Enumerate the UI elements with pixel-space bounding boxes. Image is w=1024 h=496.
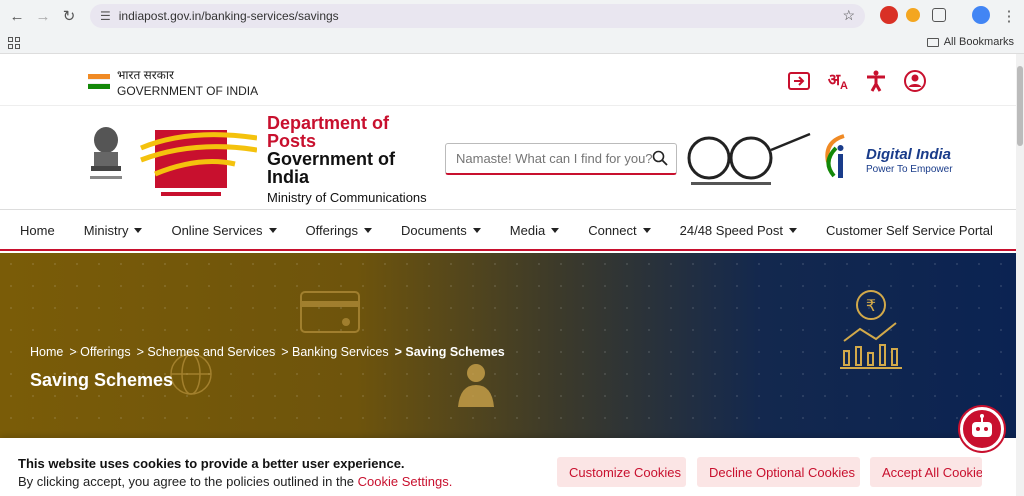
url-text: indiapost.gov.in/banking-services/saving… [118,9,339,23]
menu-item-documents[interactable]: Documents [401,223,481,238]
menu-item-label: Documents [401,222,467,238]
accessibility-icon[interactable] [866,70,886,97]
all-bookmarks-button[interactable]: All Bookmarks [926,36,1014,48]
rupee-growth-icon: ₹ [840,290,902,369]
dept-line2: Posts [267,131,317,151]
breadcrumb-current: > Saving Schemes [394,345,505,359]
menu-item-online-services[interactable]: Online Services [171,222,277,238]
menu-item-label: Customer Self Service Portal [825,222,993,238]
extensions-puzzle-icon[interactable] [932,8,946,22]
menu-item-home[interactable]: Home [20,223,55,238]
cookie-settings-link[interactable]: Cookie Settings. [358,474,453,489]
caret-down-icon [134,227,143,233]
search-icon[interactable] [652,150,668,166]
menu-item-label: Connect [588,222,637,238]
hero-banner: ₹ Home > Offerings > Schemes and Service… [0,253,1016,438]
gov-english-label: GOVERNMENT OF INDIA [117,84,259,98]
page-title: Saving Schemes [30,370,174,390]
caret-down-icon [364,227,373,233]
browser-toolbar: ← → ↻ ☰ indiapost.gov.in/banking-service… [0,0,1024,32]
menu-item-ministry[interactable]: Ministry [84,223,143,238]
national-emblem-icon [90,127,122,179]
gov-hindi-label: भारत सरकार [117,68,174,82]
menu-kebab-icon[interactable]: ⋮ [996,3,1022,29]
cookie-body: By clicking accept, you agree to the pol… [18,474,355,489]
breadcrumb-offerings[interactable]: > Offerings [69,345,130,359]
main-menu: Home Ministry Online Services Offerings Docu… [0,211,1016,251]
site-search [445,143,677,175]
breadcrumb: Home > Offerings > Schemes and Services … [30,345,505,359]
decline-cookies-button[interactable]: Decline Optional Cookies [697,457,860,487]
menu-item-24-48-speed-post[interactable]: 24/48 Speed Post [680,223,797,238]
menu-item-label: Media [509,222,546,238]
site-info-icon[interactable]: ☰ [100,9,111,23]
bookmark-star-icon[interactable]: ☆ [842,7,855,24]
menu-item-customer-self-service-portal[interactable]: Customer Self Service Portal [826,223,993,238]
user-account-icon[interactable] [904,70,926,97]
forward-icon[interactable]: → [30,3,56,29]
digital-india-title: Digital India [866,146,952,163]
search-input[interactable] [456,145,652,172]
department-title: Department of Posts Government of India … [267,114,437,205]
card-icon [300,291,360,333]
cookie-heading: This website uses cookies to provide a b… [18,456,405,471]
breadcrumb-schemes[interactable]: > Schemes and Services [137,345,276,359]
gov-strip: भारत सरकार GOVERNMENT OF INDIA अA [0,54,1016,106]
skip-to-content-icon[interactable] [787,72,810,95]
cookie-text: By clicking accept, you agree to the pol… [18,474,452,489]
customize-cookies-button[interactable]: Customize Cookies [557,457,686,487]
language-icon[interactable]: अA [828,70,848,97]
caret-down-icon [551,227,560,233]
caret-down-icon [472,227,481,233]
caret-down-icon [268,227,277,233]
breadcrumb-home[interactable]: Home [30,345,63,359]
menu-item-label: Online Services [171,222,263,238]
gov-line1: Government of [267,149,396,169]
menu-item-label: Home [20,222,55,238]
menu-item-label: Offerings [305,222,359,238]
caret-down-icon [642,227,651,233]
chatbot-button[interactable] [960,407,1004,451]
gov-line2: India [267,167,310,187]
accept-cookies-button[interactable]: Accept All Cookies [870,457,982,487]
menu-item-label: Ministry [83,222,129,238]
menu-item-connect[interactable]: Connect [588,222,651,238]
caret-down-icon [788,227,797,233]
profile-avatar[interactable] [972,6,990,24]
digital-india-tagline: Power To Empower [866,164,953,175]
apps-grid-icon[interactable] [8,37,20,49]
menu-item-label: 24/48 Speed Post [679,222,783,238]
site-header: Department of Posts Government of India … [0,106,1016,210]
cookie-banner: This website uses cookies to provide a b… [0,438,1016,496]
digital-india-logo: Digital India Power To Empower [820,132,960,188]
page-scrollbar[interactable] [1016,54,1024,496]
dept-line1: Department of [267,113,390,133]
chatbot-robot-icon [972,414,992,437]
svg-text:₹: ₹ [866,296,876,315]
menu-item-media[interactable]: Media [509,222,560,238]
india-flag-icon [88,74,110,89]
breadcrumb-banking[interactable]: > Banking Services [281,345,388,359]
web-page: भारत सरकार GOVERNMENT OF INDIA अA Depart… [0,54,1016,496]
all-bookmarks-label: All Bookmarks [943,36,1014,48]
folder-icon [926,37,939,47]
menu-item-offerings[interactable]: Offerings [306,223,373,238]
extension-icon[interactable] [906,8,920,22]
back-icon[interactable]: ← [4,3,30,29]
reload-icon[interactable]: ↻ [56,3,82,29]
swachh-bharat-logo [687,132,811,185]
india-post-logo [140,130,257,196]
ministry-label: Ministry of Communications [267,190,427,205]
person-icon [458,364,494,407]
address-bar[interactable]: ☰ indiapost.gov.in/banking-services/savi… [90,4,865,28]
bookmarks-bar: All Bookmarks [0,32,1024,54]
extension-icon[interactable] [880,6,898,24]
